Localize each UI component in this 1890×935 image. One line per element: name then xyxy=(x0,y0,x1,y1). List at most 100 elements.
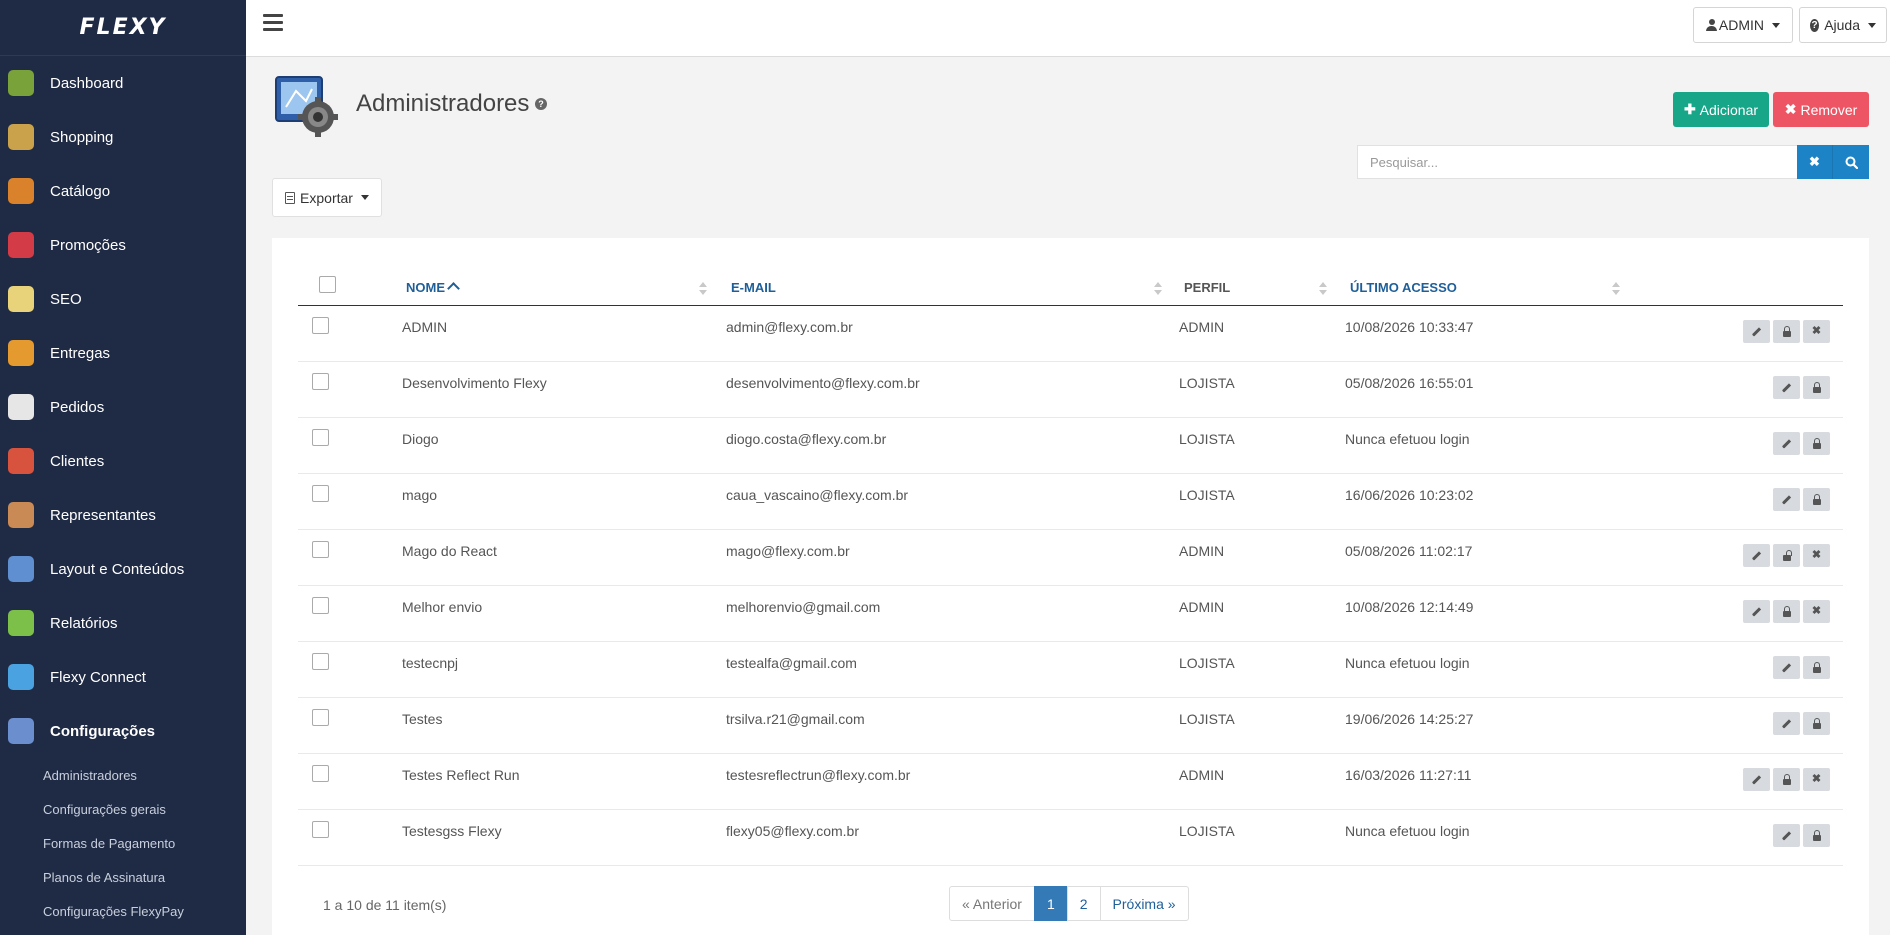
logo[interactable]: FLEXY xyxy=(0,0,246,56)
table-row: testecnpj testealfa@gmail.com LOJISTA Nunca… xyxy=(298,642,1843,698)
sidebar-subitem-administradores[interactable]: Administradores xyxy=(0,758,246,792)
user-menu-button[interactable]: ADMIN xyxy=(1693,7,1793,43)
cell-last-access: 16/06/2026 10:23:02 xyxy=(1345,487,1474,503)
sidebar-item-pedidos[interactable]: Pedidos xyxy=(0,380,246,434)
page-title: Administradores xyxy=(356,90,530,117)
pagination-prev[interactable]: « Anterior xyxy=(949,886,1035,921)
sidebar-subitem-configura-es-gerais[interactable]: Configurações gerais xyxy=(0,792,246,826)
row-actions xyxy=(1773,432,1830,455)
search-input[interactable] xyxy=(1357,145,1797,179)
sidebar-item-clientes[interactable]: Clientes xyxy=(0,434,246,488)
row-checkbox[interactable] xyxy=(312,709,329,726)
lock-button[interactable] xyxy=(1803,488,1830,511)
sidebar-item-dashboard[interactable]: Dashboard xyxy=(0,56,246,110)
lock-icon xyxy=(1782,605,1791,617)
sidebar-item-representantes[interactable]: Representantes xyxy=(0,488,246,542)
pencil-icon xyxy=(1751,326,1762,337)
row-checkbox[interactable] xyxy=(312,765,329,782)
sidebar-subitem-formas-de-pagamento[interactable]: Formas de Pagamento xyxy=(0,826,246,860)
delete-button[interactable]: ✖ xyxy=(1803,320,1830,343)
sidebar-item-configura-es[interactable]: Configurações xyxy=(0,704,246,758)
row-checkbox[interactable] xyxy=(312,429,329,446)
row-checkbox[interactable] xyxy=(312,653,329,670)
cell-profile: LOJISTA xyxy=(1179,487,1235,503)
edit-button[interactable] xyxy=(1773,712,1800,735)
unlock-button[interactable] xyxy=(1773,544,1800,567)
sidebar: FLEXY Dashboard Shopping Catálogo Promoções… xyxy=(0,0,246,935)
sidebar-item-relat-rios[interactable]: Relatórios xyxy=(0,596,246,650)
pagination-page-2[interactable]: 2 xyxy=(1066,886,1101,921)
lock-button[interactable] xyxy=(1773,600,1800,623)
cell-name: ADMIN xyxy=(402,319,448,335)
cell-last-access: 05/08/2026 16:55:01 xyxy=(1345,375,1474,391)
table-row: ADMIN admin@flexy.com.br ADMIN 10/08/2026 1… xyxy=(298,306,1843,362)
row-checkbox[interactable] xyxy=(312,485,329,502)
menu-toggle-icon[interactable] xyxy=(263,14,283,31)
lock-button[interactable] xyxy=(1803,376,1830,399)
edit-button[interactable] xyxy=(1743,600,1770,623)
cell-last-access: 05/08/2026 11:02:17 xyxy=(1345,543,1473,559)
sidebar-subitem-planos-de-assinatura[interactable]: Planos de Assinatura xyxy=(0,860,246,894)
user-icon xyxy=(1706,19,1717,31)
sort-icon[interactable] xyxy=(1154,282,1162,296)
edit-button[interactable] xyxy=(1743,544,1770,567)
row-checkbox[interactable] xyxy=(312,597,329,614)
sidebar-item-flexy-connect[interactable]: Flexy Connect xyxy=(0,650,246,704)
delete-button[interactable]: ✖ xyxy=(1803,544,1830,567)
remove-button[interactable]: ✖ Remover xyxy=(1773,92,1869,127)
row-checkbox[interactable] xyxy=(312,317,329,334)
caret-down-icon xyxy=(360,195,369,200)
sidebar-subitem-configura-es-flexypay[interactable]: Configurações FlexyPay xyxy=(0,894,246,928)
pencil-icon xyxy=(1781,382,1792,393)
search-icon xyxy=(1845,156,1858,169)
edit-button[interactable] xyxy=(1743,320,1770,343)
row-checkbox[interactable] xyxy=(312,541,329,558)
lock-button[interactable] xyxy=(1773,320,1800,343)
column-header-last-access[interactable]: ÚLTIMO ACESSO xyxy=(1350,280,1457,295)
lock-button[interactable] xyxy=(1773,768,1800,791)
edit-button[interactable] xyxy=(1773,824,1800,847)
lock-button[interactable] xyxy=(1803,432,1830,455)
share-icon xyxy=(8,664,34,690)
row-checkbox[interactable] xyxy=(312,373,329,390)
sidebar-item-shopping[interactable]: Shopping xyxy=(0,110,246,164)
table-body: ADMIN admin@flexy.com.br ADMIN 10/08/2026 1… xyxy=(298,306,1843,866)
row-checkbox[interactable] xyxy=(312,821,329,838)
sort-icon[interactable] xyxy=(699,282,707,296)
sidebar-item-entregas[interactable]: Entregas xyxy=(0,326,246,380)
sidebar-item-promo-es[interactable]: Promoções xyxy=(0,218,246,272)
cell-last-access: 10/08/2026 12:14:49 xyxy=(1345,599,1474,615)
select-all-checkbox[interactable] xyxy=(319,276,336,293)
cell-email: testealfa@gmail.com xyxy=(726,655,857,671)
edit-button[interactable] xyxy=(1773,656,1800,679)
lock-button[interactable] xyxy=(1803,656,1830,679)
edit-button[interactable] xyxy=(1773,376,1800,399)
edit-button[interactable] xyxy=(1773,488,1800,511)
cell-email: trsilva.r21@gmail.com xyxy=(726,711,865,727)
search-button[interactable] xyxy=(1833,145,1869,179)
clear-search-button[interactable]: ✖ xyxy=(1797,145,1833,179)
column-header-email[interactable]: E-MAIL xyxy=(731,280,776,295)
edit-button[interactable] xyxy=(1743,768,1770,791)
cell-email: admin@flexy.com.br xyxy=(726,319,853,335)
column-header-name[interactable]: NOME xyxy=(406,280,460,295)
edit-button[interactable] xyxy=(1773,432,1800,455)
lock-button[interactable] xyxy=(1803,712,1830,735)
question-circle-icon[interactable]: ? xyxy=(535,98,547,110)
row-actions: ✖ xyxy=(1743,600,1830,623)
delete-button[interactable]: ✖ xyxy=(1803,600,1830,623)
help-menu-button[interactable]: ? Ajuda xyxy=(1799,7,1887,43)
sidebar-item-cat-logo[interactable]: Catálogo xyxy=(0,164,246,218)
add-button[interactable]: ✚ Adicionar xyxy=(1673,92,1769,127)
table-row: mago caua_vascaino@flexy.com.br LOJISTA 16/… xyxy=(298,474,1843,530)
export-button[interactable]: Exportar xyxy=(272,178,382,217)
sort-icon[interactable] xyxy=(1319,282,1327,296)
sidebar-item-seo[interactable]: SEO xyxy=(0,272,246,326)
pagination-next[interactable]: Próxima » xyxy=(1099,886,1189,921)
delete-button[interactable]: ✖ xyxy=(1803,768,1830,791)
lock-icon xyxy=(1782,325,1791,337)
sort-icon[interactable] xyxy=(1612,282,1620,296)
pagination-page-1[interactable]: 1 xyxy=(1033,886,1068,921)
lock-button[interactable] xyxy=(1803,824,1830,847)
sidebar-item-layout-e-conte-dos[interactable]: Layout e Conteúdos xyxy=(0,542,246,596)
